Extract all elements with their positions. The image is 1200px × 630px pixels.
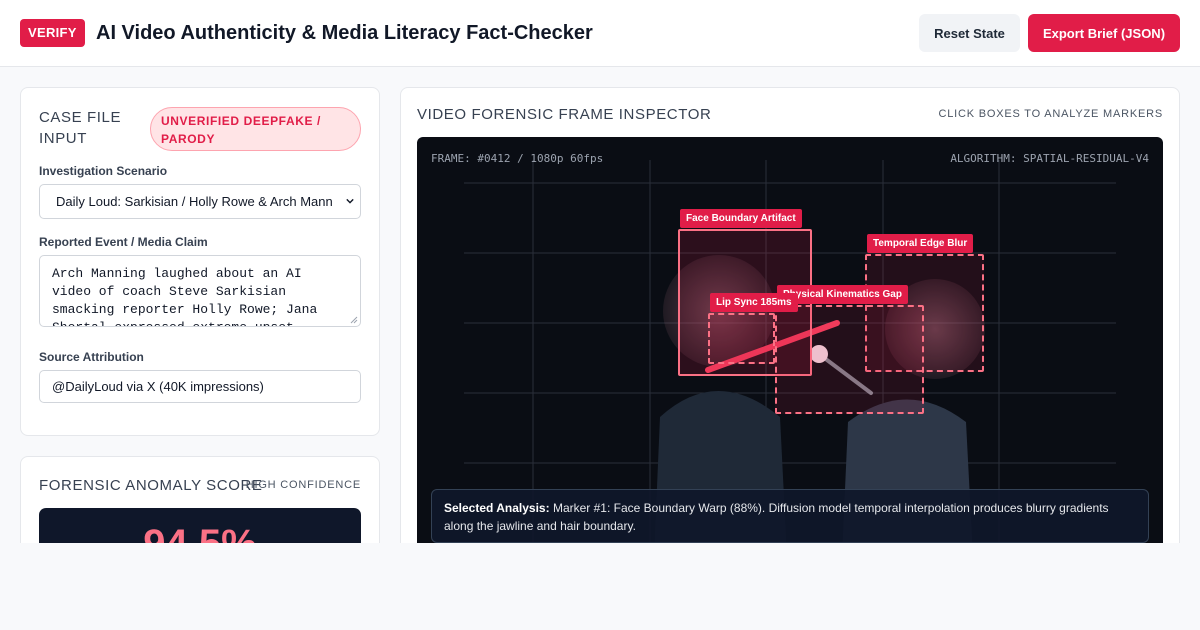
- export-brief-button[interactable]: Export Brief (JSON): [1028, 14, 1180, 52]
- source-label: Source Attribution: [39, 350, 144, 364]
- algorithm-info: ALGORITHM: SPATIAL-RESIDUAL-V4: [950, 152, 1149, 165]
- top-bar: VERIFY AI Video Authenticity & Media Lit…: [0, 0, 1200, 67]
- marker-label-face-boundary[interactable]: Face Boundary Artifact: [680, 209, 802, 228]
- verdict-status-badge: UNVERIFIED DEEPFAKE / PARODY: [150, 107, 361, 151]
- confidence-label: HIGH CONFIDENCE: [245, 479, 361, 491]
- marker-physical-kinematics[interactable]: [775, 305, 924, 414]
- source-attribution-input[interactable]: @DailyLoud via X (40K impressions): [39, 370, 361, 403]
- marker-lip-sync[interactable]: [708, 313, 775, 364]
- inspector-hint: CLICK BOXES TO ANALYZE MARKERS: [938, 108, 1163, 120]
- verify-badge: VERIFY: [20, 19, 85, 47]
- selected-analysis-panel: Selected Analysis: Marker #1: Face Bound…: [431, 489, 1149, 543]
- inspector-title: VIDEO FORENSIC FRAME INSPECTOR: [417, 106, 712, 123]
- marker-label-lip-sync[interactable]: Lip Sync 185ms: [710, 293, 798, 312]
- frame-inspector-card: VIDEO FORENSIC FRAME INSPECTOR CLICK BOX…: [400, 87, 1180, 543]
- claim-text: Arch Manning laughed about an AI video o…: [52, 266, 318, 326]
- marker-label-temporal-edge[interactable]: Temporal Edge Blur: [867, 234, 974, 253]
- anomaly-score-card: FORENSIC ANOMALY SCORE HIGH CONFIDENCE 9…: [20, 456, 380, 543]
- app-title: AI Video Authenticity & Media Literacy F…: [96, 22, 593, 44]
- case-file-card: CASE FILE INPUT UNVERIFIED DEEPFAKE / PA…: [20, 87, 380, 436]
- scenario-selected-value: Daily Loud: Sarkisian / Holly Rowe & Arc…: [56, 194, 333, 209]
- analysis-prefix: Selected Analysis:: [444, 501, 550, 515]
- score-panel: 94.5%: [39, 508, 361, 543]
- frame-info: FRAME: #0412 / 1080p 60fps: [431, 152, 604, 165]
- scenario-label: Investigation Scenario: [39, 164, 168, 178]
- claim-label: Reported Event / Media Claim: [39, 235, 208, 249]
- anomaly-score-value: 94.5%: [39, 522, 361, 543]
- scenario-select[interactable]: Daily Loud: Sarkisian / Holly Rowe & Arc…: [39, 184, 361, 219]
- claim-textarea[interactable]: Arch Manning laughed about an AI video o…: [39, 255, 361, 327]
- resize-grip-icon[interactable]: [350, 316, 358, 324]
- chevron-down-icon: [346, 198, 354, 204]
- case-file-title: CASE FILE INPUT: [39, 109, 122, 147]
- main-content: CASE FILE INPUT UNVERIFIED DEEPFAKE / PA…: [0, 67, 1200, 543]
- score-title: FORENSIC ANOMALY SCORE: [39, 477, 263, 494]
- reset-state-button[interactable]: Reset State: [919, 14, 1020, 52]
- video-frame-stage: FRAME: #0412 / 1080p 60fps ALGORITHM: SP…: [417, 137, 1163, 543]
